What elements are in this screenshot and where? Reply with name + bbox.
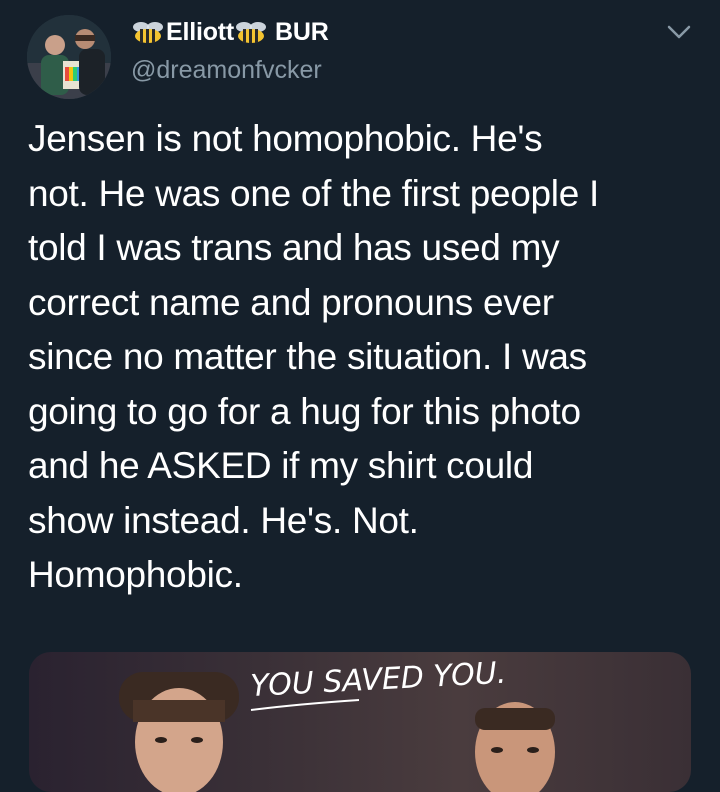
- tweet-card: Elliott BUR @dreamonfvcker Jensen is not…: [0, 0, 720, 792]
- tweet-media-image[interactable]: YOU SAVED YOU.: [29, 652, 691, 792]
- tweet-text: Jensen is not homophobic. He's not. He w…: [28, 118, 599, 595]
- media-caption: YOU SAVED YOU.: [250, 656, 507, 704]
- user-handle[interactable]: @dreamonfvcker: [131, 56, 322, 85]
- bee-icon: [234, 21, 268, 45]
- bee-icon: [131, 21, 165, 45]
- avatar[interactable]: [27, 15, 111, 99]
- display-name-part-1: Elliott: [166, 18, 235, 46]
- display-name[interactable]: Elliott BUR: [131, 18, 329, 47]
- display-name-part-2: BUR: [275, 18, 329, 46]
- chevron-down-icon[interactable]: [664, 20, 694, 44]
